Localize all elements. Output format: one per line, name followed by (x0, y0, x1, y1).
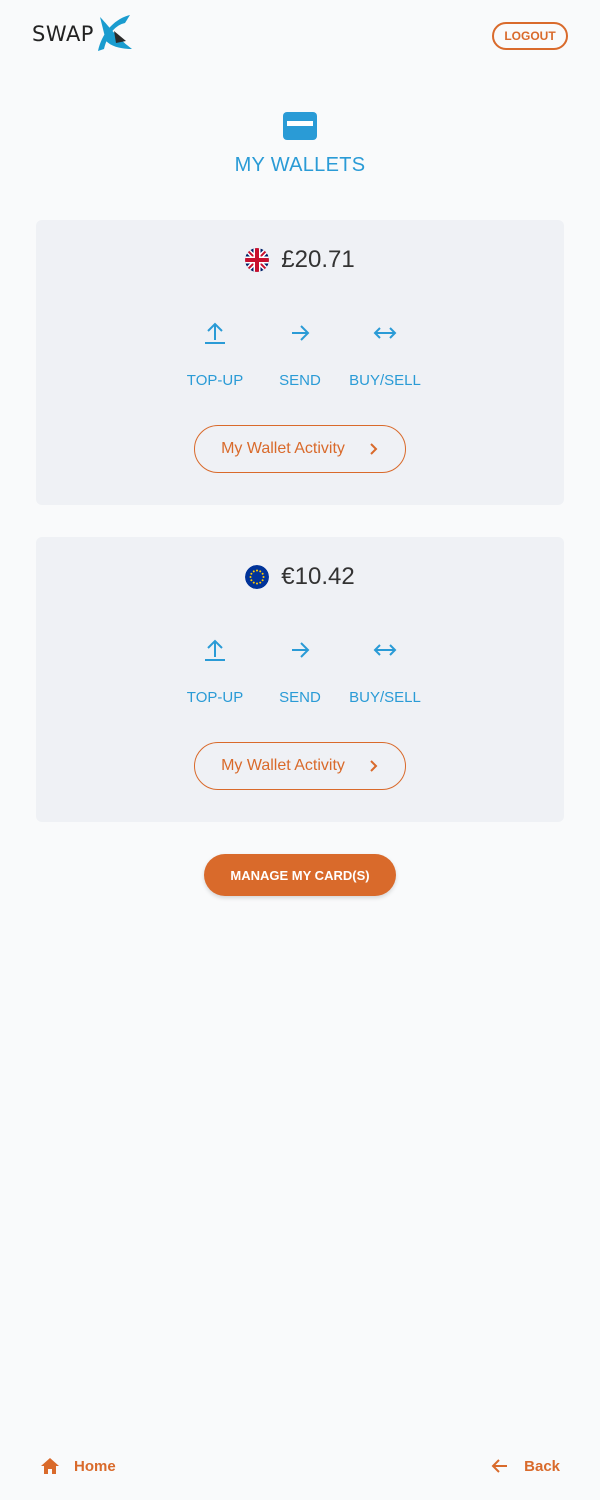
wallet-balance-row: £20.71 (36, 246, 564, 274)
uk-flag-icon (245, 248, 270, 272)
buy-sell-label: BUY/SELL (349, 689, 421, 706)
wallet-card-gbp: £20.71 TOP-UP SEND BUY/SELL My Wallet Ac… (36, 220, 564, 505)
top-up-action[interactable]: TOP-UP (173, 320, 258, 389)
wallet-activity-button[interactable]: My Wallet Activity (194, 425, 406, 473)
wallet-balance: £20.71 (281, 246, 355, 273)
wallet-activity-label: My Wallet Activity (221, 757, 345, 774)
credit-card-icon (283, 112, 317, 140)
manage-cards-button[interactable]: MANAGE MY CARD(S) (204, 854, 396, 896)
wallet-activity-label: My Wallet Activity (221, 440, 345, 457)
arrow-left-icon (491, 1459, 508, 1473)
upload-arrow-icon (205, 322, 225, 344)
home-icon (41, 1458, 59, 1474)
buy-sell-action[interactable]: BUY/SELL (343, 637, 428, 706)
wallet-card-eur: €10.42 TOP-UP SEND BUY/SELL My Wallet Ac… (36, 537, 564, 822)
page-header: MY WALLETS (0, 112, 600, 177)
send-label: SEND (279, 372, 321, 389)
arrow-right-icon (292, 325, 310, 341)
footer-nav: Home Back (0, 1448, 600, 1488)
chevron-right-icon (370, 760, 378, 772)
send-action[interactable]: SEND (258, 637, 343, 706)
upload-arrow-icon (205, 639, 225, 661)
buy-sell-label: BUY/SELL (349, 372, 421, 389)
send-action[interactable]: SEND (258, 320, 343, 389)
wallet-actions: TOP-UP SEND BUY/SELL (36, 637, 564, 706)
top-up-label: TOP-UP (186, 372, 244, 389)
send-label: SEND (279, 689, 321, 706)
wallet-balance-row: €10.42 (36, 563, 564, 591)
app-header: SWAP LOGOUT (0, 0, 600, 72)
wallet-balance: €10.42 (281, 563, 355, 590)
logo-text: SWAP (32, 22, 94, 46)
eu-flag-icon (245, 565, 270, 589)
swapx-logo[interactable]: SWAP (32, 15, 134, 53)
logo-x-mark-icon (97, 15, 132, 51)
wallet-activity-button[interactable]: My Wallet Activity (194, 742, 406, 790)
home-label: Home (74, 1457, 116, 1475)
top-up-action[interactable]: TOP-UP (173, 637, 258, 706)
top-up-label: TOP-UP (186, 689, 244, 706)
swap-horizontal-icon (373, 327, 397, 339)
logout-button[interactable]: LOGOUT (492, 22, 568, 50)
back-label: Back (524, 1457, 560, 1475)
page-title: MY WALLETS (234, 154, 366, 176)
chevron-right-icon (370, 443, 378, 455)
home-link[interactable]: Home (40, 1456, 116, 1476)
swap-horizontal-icon (373, 644, 397, 656)
back-link[interactable]: Back (490, 1456, 560, 1476)
arrow-right-icon (292, 642, 310, 658)
wallet-actions: TOP-UP SEND BUY/SELL (36, 320, 564, 389)
buy-sell-action[interactable]: BUY/SELL (343, 320, 428, 389)
